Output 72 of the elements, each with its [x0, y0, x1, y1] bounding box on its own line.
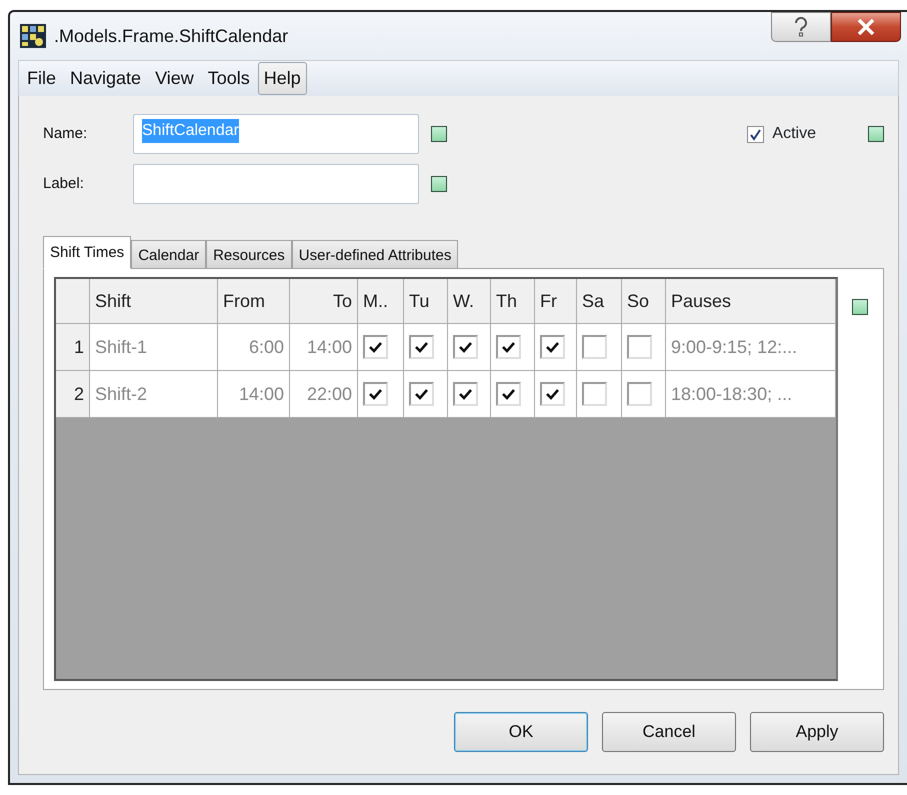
table-cell: 22:00 [290, 371, 358, 418]
table-checkbox[interactable] [363, 335, 388, 359]
checkmark-icon [415, 342, 428, 352]
field-label: Label: [43, 174, 85, 194]
table-checkbox[interactable] [409, 335, 434, 359]
active-checkbox[interactable] [747, 126, 764, 142]
checkmark-icon [459, 388, 472, 400]
tab[interactable]: User-defined Attributes [292, 240, 458, 268]
checkmark-icon [546, 388, 559, 400]
checkmark-icon [502, 342, 515, 352]
status-square-icon [852, 299, 868, 315]
table-checkbox[interactable] [582, 335, 607, 359]
checkmark-icon [369, 342, 382, 352]
checkmark-icon [415, 388, 428, 400]
table-cell: 14:00 [290, 324, 358, 371]
column-header: So [622, 279, 666, 324]
close-button[interactable] [831, 12, 901, 42]
table-checkbox[interactable] [496, 382, 521, 406]
table-checkbox[interactable] [582, 382, 607, 406]
dialog-button[interactable]: Apply [750, 712, 884, 752]
column-header: Th [491, 279, 535, 324]
checkmark-icon [459, 342, 472, 352]
dialog-button[interactable]: Cancel [602, 712, 736, 752]
table-cell: Shift-2 [90, 371, 218, 418]
table-cell: 14:00 [218, 371, 290, 418]
column-header: Tu [404, 279, 448, 324]
table-cell: Shift-1 [90, 324, 218, 371]
table-checkbox[interactable] [496, 335, 521, 359]
table-cell: 18:00-18:30; ... [666, 371, 836, 418]
checkmark-icon [369, 388, 382, 400]
close-icon [857, 19, 875, 35]
status-square-icon [431, 176, 447, 192]
menu-item[interactable]: Navigate [64, 62, 148, 95]
table-checkbox[interactable] [540, 335, 565, 359]
status-square-icon [431, 126, 447, 142]
column-header: Shift [90, 279, 218, 324]
menu-item[interactable]: Help [258, 62, 307, 95]
field-label: Name: [43, 124, 88, 144]
table-cell: 9:00-9:15; 12:... [666, 324, 836, 371]
dialog-button[interactable]: OK [454, 712, 588, 752]
column-header: To [290, 279, 358, 324]
table-cell: 6:00 [218, 324, 290, 371]
column-header: From [218, 279, 290, 324]
menu-item[interactable]: Tools [202, 62, 256, 95]
column-header: Sa [577, 279, 622, 324]
row-number: 1 [56, 324, 90, 371]
table-checkbox[interactable] [409, 382, 434, 406]
tab[interactable]: Calendar [131, 240, 206, 268]
column-header: Fr [535, 279, 577, 324]
menu-item[interactable]: File [21, 62, 62, 95]
table-checkbox[interactable] [540, 382, 565, 406]
menu-item[interactable]: View [149, 62, 200, 95]
tab[interactable]: Resources [206, 240, 292, 268]
column-header: W. [448, 279, 491, 324]
status-square-icon [868, 126, 884, 142]
table-checkbox[interactable] [453, 335, 478, 359]
window-title: .Models.Frame.ShiftCalendar [54, 24, 288, 48]
text-field[interactable] [133, 164, 419, 204]
table-checkbox[interactable] [627, 382, 652, 406]
help-button[interactable] [771, 12, 831, 42]
tab[interactable]: Shift Times [43, 236, 132, 269]
help-icon [794, 17, 808, 37]
table-checkbox[interactable] [453, 382, 478, 406]
column-header: Pauses [666, 279, 836, 324]
column-header: M.. [358, 279, 404, 324]
row-number: 2 [56, 371, 90, 418]
checkbox-label: Active [772, 124, 816, 144]
app-icon [20, 24, 46, 48]
table-checkbox[interactable] [363, 382, 388, 406]
checkmark-icon [546, 342, 559, 352]
checkmark-icon [502, 388, 515, 400]
table-checkbox[interactable] [627, 335, 652, 359]
